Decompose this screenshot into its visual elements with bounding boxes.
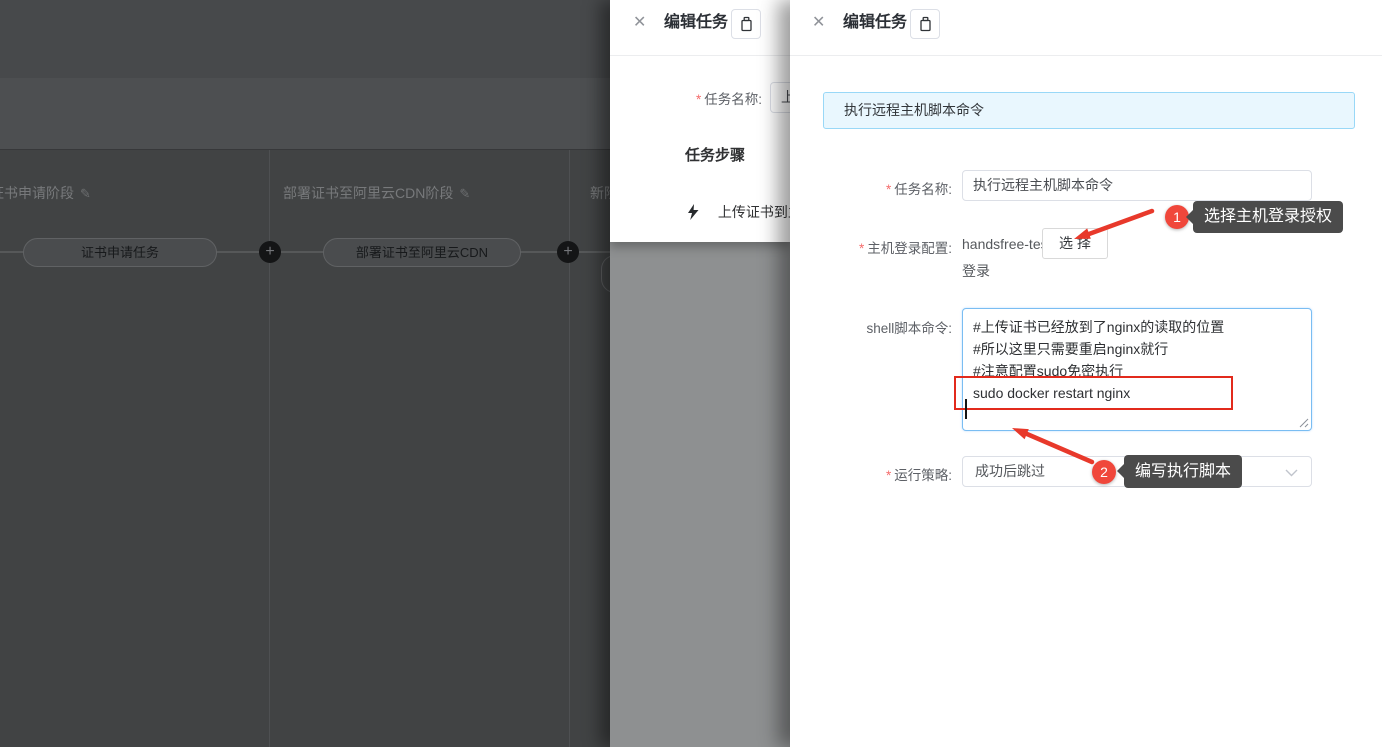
task-pill-cert-apply[interactable]: 证书申请任务 — [23, 238, 217, 267]
stage-title-text: 新阶段 — [590, 185, 610, 201]
host-login-value: handsfree-test — [962, 236, 1052, 252]
screen: 证书申请阶段 ✎ 部署证书至阿里云CDN阶段 ✎ 新阶段 证书申请任务 + 部署证书… — [0, 0, 1382, 747]
run-policy-label: *运行策略: — [790, 464, 952, 484]
host-login-value-line2: 登录 — [962, 261, 990, 281]
task-type-banner: 执行远程主机脚本命令 — [823, 92, 1355, 129]
plus-icon: + — [265, 243, 274, 260]
shell-line: #上传证书已经放到了nginx的读取的位置 — [973, 316, 1301, 338]
drawer-title: 编辑任务 — [843, 13, 907, 33]
task-steps-heading: 任务步骤 — [685, 144, 745, 165]
close-icon[interactable]: ✕ — [812, 15, 825, 31]
chevron-down-icon — [1285, 469, 1298, 477]
step-item-label: 上传证书到主机 — [718, 204, 790, 220]
required-mark: * — [696, 92, 701, 107]
step-item[interactable]: 上传证书到主机 — [687, 202, 790, 222]
stage-title-cert-apply[interactable]: 证书申请阶段 ✎ — [0, 183, 91, 203]
edit-task-drawer-front: ✕ 编辑任务 执行远程主机脚本命令 *任务名称: 执行远程主机脚本命令 *主机登… — [790, 0, 1382, 747]
delete-task-button[interactable] — [910, 9, 940, 39]
lightning-icon — [687, 204, 700, 220]
trash-icon — [739, 16, 754, 32]
drawer-title: 编辑任务 — [664, 13, 728, 33]
add-task-button[interactable]: + — [259, 241, 281, 263]
dimmed-background: 证书申请阶段 ✎ 部署证书至阿里云CDN阶段 ✎ 新阶段 证书申请任务 + 部署证书… — [0, 0, 610, 747]
stage-title-text: 部署证书至阿里云CDN阶段 — [283, 185, 453, 201]
select-host-button[interactable]: 选 择 — [1042, 228, 1108, 259]
stage-title-text: 证书申请阶段 — [0, 185, 74, 201]
close-icon[interactable]: ✕ — [633, 15, 646, 31]
stage-column-divider — [569, 150, 570, 747]
required-mark: * — [886, 468, 891, 483]
task-name-label: *任务名称: — [790, 178, 952, 198]
task-name-input-back[interactable]: 上传证书到主机 — [770, 82, 790, 113]
trash-icon — [918, 16, 933, 32]
stage-column-divider — [269, 150, 270, 747]
shell-line: sudo docker restart nginx — [973, 382, 1301, 404]
required-mark: * — [859, 241, 864, 256]
shell-line: #所以这里只需要重启nginx就行 — [973, 338, 1301, 360]
edit-task-drawer-back: ✕ 编辑任务 *任务名称: 上传证书到主机 任务步骤 上传证书到主机 — [610, 0, 790, 747]
header-divider — [790, 55, 1382, 56]
app-toolbar-dimmed — [0, 78, 610, 150]
delete-task-button[interactable] — [731, 9, 761, 39]
app-header-dimmed — [0, 0, 610, 78]
header-divider — [610, 55, 790, 56]
host-login-label: *主机登录配置: — [790, 237, 952, 257]
run-policy-value: 成功后跳过 — [975, 463, 1045, 479]
stage-title-new-stage[interactable]: 新阶段 — [590, 183, 610, 203]
task-name-label: *任务名称: — [610, 88, 762, 108]
run-policy-select[interactable]: 成功后跳过 — [962, 456, 1312, 487]
plus-icon: + — [563, 243, 572, 260]
resize-handle-icon[interactable] — [1296, 415, 1309, 428]
shell-script-textarea[interactable]: #上传证书已经放到了nginx的读取的位置 #所以这里只需要重启nginx就行 … — [962, 308, 1312, 431]
stage-title-deploy-cdn[interactable]: 部署证书至阿里云CDN阶段 ✎ — [283, 183, 470, 203]
shell-line: #注意配置sudo免密执行 — [973, 360, 1301, 382]
task-name-input[interactable]: 执行远程主机脚本命令 — [962, 170, 1312, 201]
drawer-back-content: ✕ 编辑任务 *任务名称: 上传证书到主机 任务步骤 上传证书到主机 — [610, 0, 790, 242]
shell-script-label: shell脚本命令: — [790, 317, 952, 337]
edit-stage-icon[interactable]: ✎ — [459, 186, 470, 201]
task-pill-deploy-cdn[interactable]: 部署证书至阿里云CDN — [323, 238, 521, 267]
required-mark: * — [886, 182, 891, 197]
edit-stage-icon[interactable]: ✎ — [80, 186, 91, 201]
add-task-button[interactable]: + — [557, 241, 579, 263]
